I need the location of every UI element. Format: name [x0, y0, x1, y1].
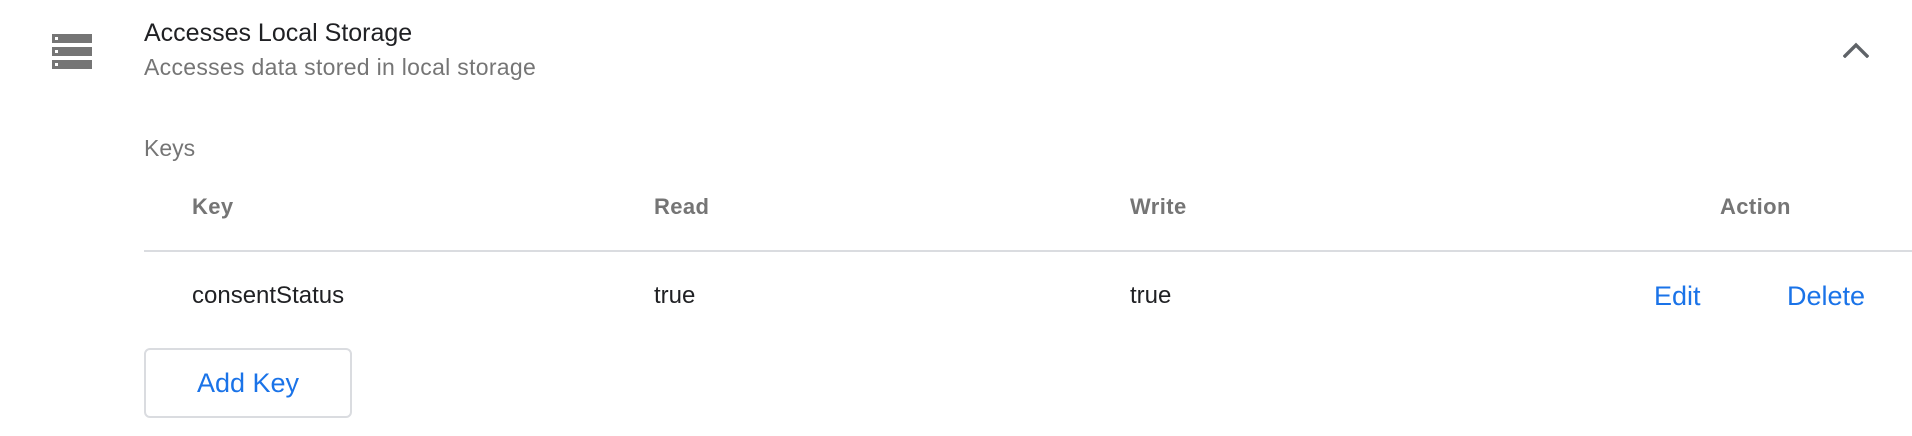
collapse-button[interactable] [1838, 34, 1874, 70]
delete-button[interactable]: Delete [1787, 276, 1865, 316]
table-row: consentStatus true true Edit Delete [144, 276, 1912, 316]
read-cell: true [654, 282, 696, 309]
chevron-up-icon [1842, 42, 1870, 63]
table-header: Key Read Write Action [144, 194, 1912, 252]
write-cell: true [1130, 282, 1172, 309]
column-header-read: Read [654, 194, 710, 219]
add-key-button[interactable]: Add Key [144, 348, 352, 418]
section-header: Accesses Local Storage Accesses data sto… [144, 16, 536, 83]
column-header-key: Key [192, 194, 234, 219]
storage-icon [52, 34, 92, 70]
key-cell: consentStatus [192, 282, 345, 309]
local-storage-permission: Accesses Local Storage Accesses data sto… [0, 0, 1912, 436]
section-title: Accesses Local Storage [144, 19, 413, 47]
column-header-action: Action [1720, 194, 1791, 219]
keys-label: Keys [144, 135, 196, 161]
edit-button[interactable]: Edit [1654, 276, 1701, 316]
section-subtitle: Accesses data stored in local storage [144, 54, 537, 80]
column-header-write: Write [1130, 194, 1187, 219]
